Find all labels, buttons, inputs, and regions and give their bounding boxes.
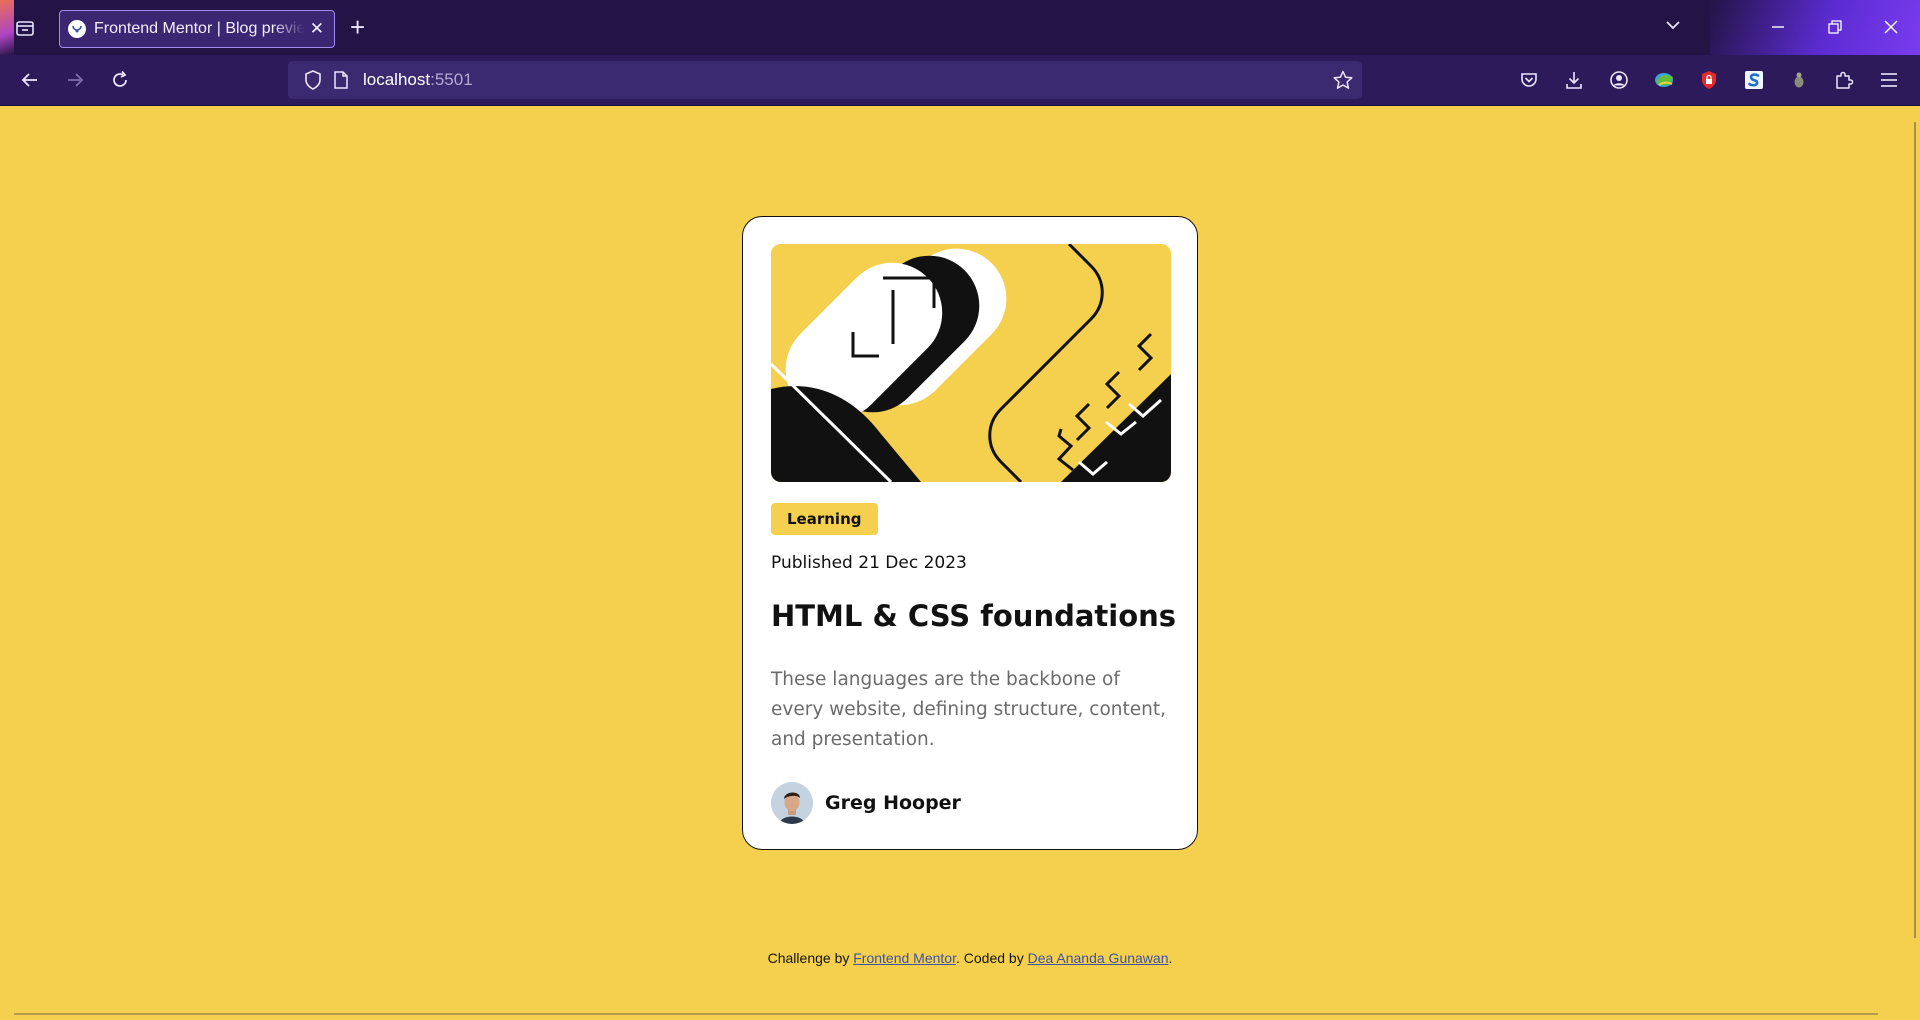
card-illustration xyxy=(771,244,1171,482)
list-all-tabs-chevron-icon[interactable] xyxy=(1664,16,1682,38)
bookmark-star-icon[interactable] xyxy=(1328,65,1358,95)
url-text[interactable]: localhost:5501 xyxy=(363,70,473,90)
minimize-window-icon[interactable] xyxy=(1758,12,1798,42)
avatar xyxy=(771,782,813,824)
extension-s-icon[interactable] xyxy=(1739,65,1769,95)
address-bar[interactable]: localhost:5501 xyxy=(288,61,1362,99)
attribution-middle: . Coded by xyxy=(955,950,1028,966)
extension-bug-icon[interactable] xyxy=(1784,65,1814,95)
extension-lock-icon[interactable] xyxy=(1694,65,1724,95)
pocket-icon[interactable] xyxy=(1514,65,1544,95)
browser-navigation-bar: localhost:5501 xyxy=(0,55,1920,106)
attribution-suffix: . xyxy=(1168,950,1173,966)
menu-hamburger-icon[interactable] xyxy=(1874,65,1904,95)
forward-arrow-icon[interactable] xyxy=(60,65,90,95)
browser-tab-bar: Frontend Mentor | Blog preview card ✕ + xyxy=(0,0,1920,55)
extension-globe-icon[interactable] xyxy=(1649,65,1679,95)
close-window-icon[interactable] xyxy=(1871,12,1911,42)
reload-icon[interactable] xyxy=(105,65,135,95)
author-name: Greg Hooper xyxy=(825,792,961,814)
page-scrollbar[interactable] xyxy=(1914,122,1916,938)
attribution-prefix: Challenge by xyxy=(767,950,854,966)
frontend-mentor-link[interactable]: Frontend Mentor xyxy=(853,950,956,966)
browser-tab[interactable]: Frontend Mentor | Blog preview card ✕ xyxy=(59,10,335,48)
url-port: :5501 xyxy=(430,70,473,89)
url-host: localhost xyxy=(363,70,431,89)
tab-title: Frontend Mentor | Blog preview card xyxy=(94,20,304,37)
published-date: Published 21 Dec 2023 xyxy=(771,553,967,573)
back-arrow-icon[interactable] xyxy=(15,65,45,95)
shield-icon[interactable] xyxy=(298,65,328,95)
account-icon[interactable] xyxy=(1604,65,1634,95)
tab-close-icon[interactable]: ✕ xyxy=(310,20,324,38)
blog-preview-card: Learning Published 21 Dec 2023 HTML & CS… xyxy=(742,216,1198,850)
card-description: These languages are the backbone of ever… xyxy=(771,669,1166,750)
new-tab-icon[interactable]: + xyxy=(350,12,365,42)
page-info-icon[interactable] xyxy=(326,65,356,95)
attribution: Challenge by Frontend Mentor. Coded by D… xyxy=(0,950,1920,966)
author-link[interactable]: Dea Ananda Gunawan xyxy=(1028,950,1169,966)
card-title[interactable]: HTML & CSS foundations xyxy=(771,599,1176,633)
restore-window-icon[interactable] xyxy=(1815,12,1855,42)
frontend-mentor-favicon-icon xyxy=(68,20,86,38)
author-info: Greg Hooper xyxy=(771,782,961,824)
firefox-view-icon[interactable] xyxy=(10,14,40,42)
category-tag: Learning xyxy=(771,503,878,535)
page-divider xyxy=(14,1013,1878,1015)
extensions-puzzle-icon[interactable] xyxy=(1829,65,1859,95)
downloads-icon[interactable] xyxy=(1559,65,1589,95)
